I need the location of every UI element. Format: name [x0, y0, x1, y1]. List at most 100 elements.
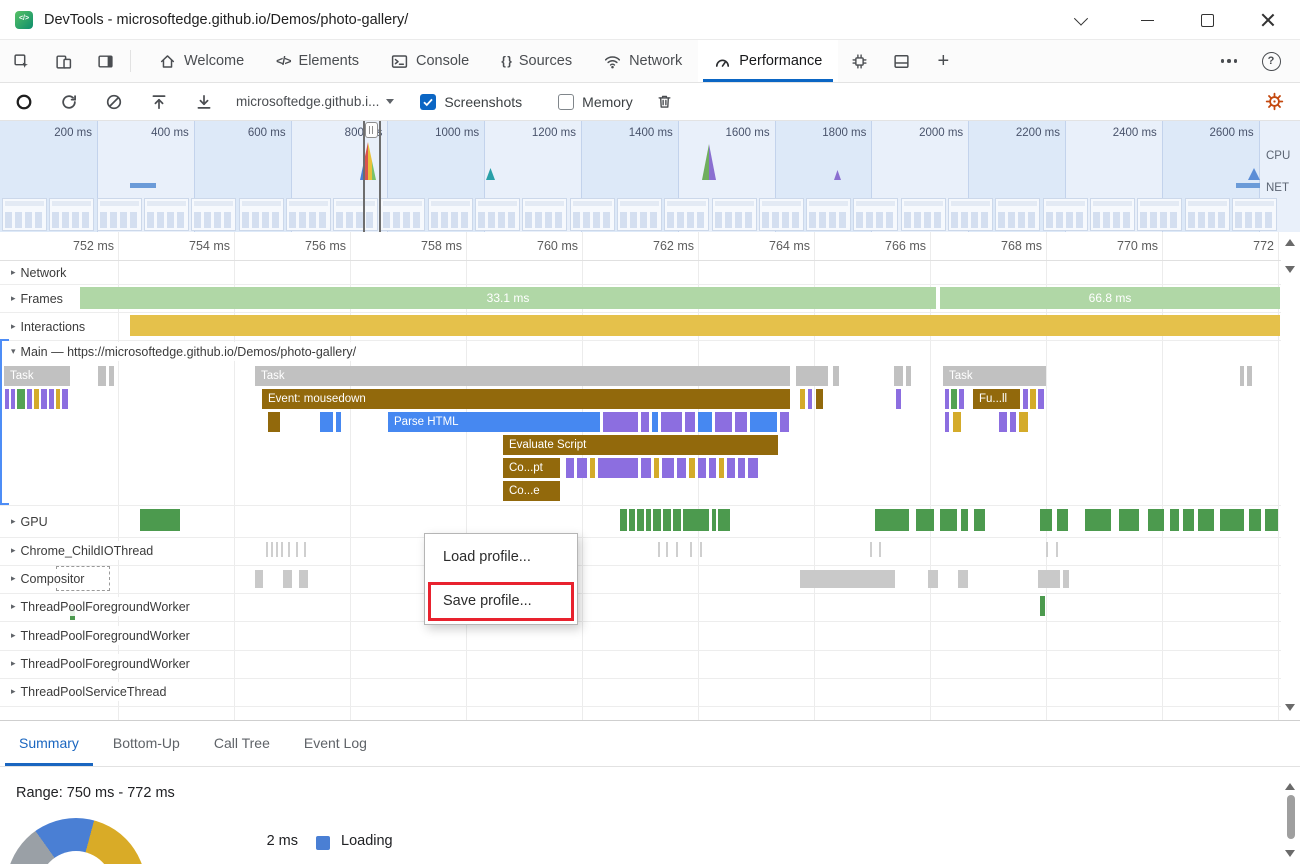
track-label[interactable]: ▸Interactions [6, 317, 90, 336]
filmstrip-thumbnail[interactable] [995, 198, 1040, 231]
gpu-activity-bar[interactable] [1148, 509, 1164, 531]
cpu-chip-icon[interactable] [838, 40, 880, 82]
flame-bar[interactable] [11, 389, 15, 409]
gpu-activity-bar[interactable] [961, 509, 968, 531]
flame-bar[interactable] [49, 389, 54, 409]
flame-bar[interactable] [1019, 412, 1028, 432]
dock-side-icon[interactable] [84, 40, 126, 82]
flame-bar[interactable] [677, 458, 686, 478]
flame-bar[interactable] [1030, 389, 1036, 409]
gpu-activity-bar[interactable] [620, 509, 627, 531]
flame-bar[interactable] [951, 389, 957, 409]
tab-bottom-up[interactable]: Bottom-Up [96, 721, 197, 766]
gpu-activity-bar[interactable] [1170, 509, 1179, 531]
filmstrip-thumbnail[interactable] [1043, 198, 1088, 231]
timeline-tracks[interactable]: 752 ms754 ms756 ms758 ms760 ms762 ms764 … [0, 232, 1300, 721]
maximize-button[interactable] [1186, 0, 1228, 40]
flame-bar[interactable] [336, 412, 341, 432]
gpu-activity-bar[interactable] [718, 509, 730, 531]
tab-summary[interactable]: Summary [2, 721, 96, 766]
flame-bar[interactable] [1010, 412, 1016, 432]
flame-bar[interactable] [652, 412, 658, 432]
flame-bar[interactable] [959, 389, 964, 409]
flame-bar[interactable] [945, 389, 949, 409]
flame-bar[interactable] [34, 389, 39, 409]
filmstrip-thumbnail[interactable] [522, 198, 567, 231]
filmstrip-thumbnail[interactable] [1185, 198, 1230, 231]
screenshots-toggle[interactable]: Screenshots [420, 94, 522, 110]
gpu-activity-bar[interactable] [1265, 509, 1278, 531]
selection-window-edge[interactable] [379, 121, 381, 232]
compositor-bar[interactable] [958, 570, 968, 588]
flame-bar[interactable] [796, 366, 828, 386]
flame-bar[interactable] [715, 412, 732, 432]
device-emulation-icon[interactable] [42, 40, 84, 82]
compositor-bar[interactable] [299, 570, 308, 588]
gpu-activity-bar[interactable] [875, 509, 909, 531]
flame-bar[interactable] [808, 389, 812, 409]
gpu-activity-bar[interactable] [637, 509, 644, 531]
flame-bar[interactable]: Evaluate Script [503, 435, 778, 455]
flame-bar[interactable] [566, 458, 574, 478]
gpu-activity-bar[interactable] [974, 509, 985, 531]
track-label[interactable]: ▸ThreadPoolForegroundWorker [6, 597, 195, 616]
flame-bar[interactable]: Task [943, 366, 1046, 386]
flame-bar[interactable] [727, 458, 735, 478]
page-selector-dropdown[interactable]: microsoftedge.github.i... [236, 94, 394, 109]
flame-bar[interactable] [896, 389, 901, 409]
scroll-down-button[interactable] [1285, 704, 1295, 711]
filmstrip-thumbnail[interactable] [1137, 198, 1182, 231]
flame-bar[interactable] [598, 458, 638, 478]
gpu-activity-bar[interactable] [940, 509, 957, 531]
flame-bar[interactable] [953, 412, 961, 432]
inspect-icon[interactable] [0, 40, 42, 82]
flame-bar[interactable] [662, 458, 674, 478]
menu-item-save-profile[interactable]: Save profile... [431, 585, 571, 618]
flame-bar[interactable] [748, 458, 758, 478]
flame-bar[interactable] [719, 458, 724, 478]
flame-bar[interactable] [109, 366, 114, 386]
memory-checkbox[interactable] [558, 94, 574, 110]
interaction-bar[interactable] [130, 315, 1280, 336]
filmstrip-thumbnail[interactable] [144, 198, 189, 231]
track-label[interactable]: ▸Frames [6, 289, 68, 308]
compositor-bar[interactable] [928, 570, 938, 588]
gpu-activity-bar[interactable] [1119, 509, 1139, 531]
gpu-activity-bar[interactable] [1220, 509, 1244, 531]
flame-bar[interactable]: Parse HTML [388, 412, 600, 432]
flame-bar[interactable] [698, 458, 706, 478]
dock-bottom-icon[interactable] [880, 40, 922, 82]
flame-bar[interactable] [709, 458, 716, 478]
tab-performance[interactable]: Performance [698, 40, 838, 82]
tab-event-log[interactable]: Event Log [287, 721, 384, 766]
flame-bar[interactable] [17, 389, 25, 409]
capture-settings-gear-icon[interactable] [1262, 90, 1286, 114]
screenshots-checkbox[interactable] [420, 94, 436, 110]
tab-elements[interactable]: Elements [260, 40, 375, 82]
flame-bar[interactable] [906, 366, 911, 386]
filmstrip-thumbnail[interactable] [286, 198, 331, 231]
filmstrip-thumbnail[interactable] [2, 198, 47, 231]
flame-bar[interactable] [685, 412, 695, 432]
flame-bar[interactable] [1240, 366, 1244, 386]
load-profile-button[interactable] [147, 90, 171, 114]
minimize-button[interactable] [1126, 0, 1168, 40]
track-label[interactable]: ▸ThreadPoolForegroundWorker [6, 654, 195, 673]
flame-bar[interactable]: Event: mousedown [262, 389, 790, 409]
filmstrip-thumbnail[interactable] [901, 198, 946, 231]
filmstrip-thumbnail[interactable] [239, 198, 284, 231]
gpu-activity-bar[interactable] [1040, 509, 1052, 531]
flame-bar[interactable] [56, 389, 60, 409]
flame-bar[interactable] [1247, 366, 1252, 386]
flame-bar[interactable] [833, 366, 839, 386]
filmstrip-thumbnail[interactable] [759, 198, 804, 231]
track-label[interactable]: ▸Network [6, 263, 71, 282]
menu-item-load-profile[interactable]: Load profile... [425, 534, 577, 581]
tab-call-tree[interactable]: Call Tree [197, 721, 287, 766]
flame-bar[interactable] [590, 458, 595, 478]
flame-bar[interactable] [62, 389, 68, 409]
compositor-bar[interactable] [800, 570, 895, 588]
tab-console[interactable]: Console [375, 40, 485, 82]
track-label[interactable]: ▸Chrome_ChildIOThread [6, 541, 158, 560]
flame-bar[interactable] [689, 458, 695, 478]
